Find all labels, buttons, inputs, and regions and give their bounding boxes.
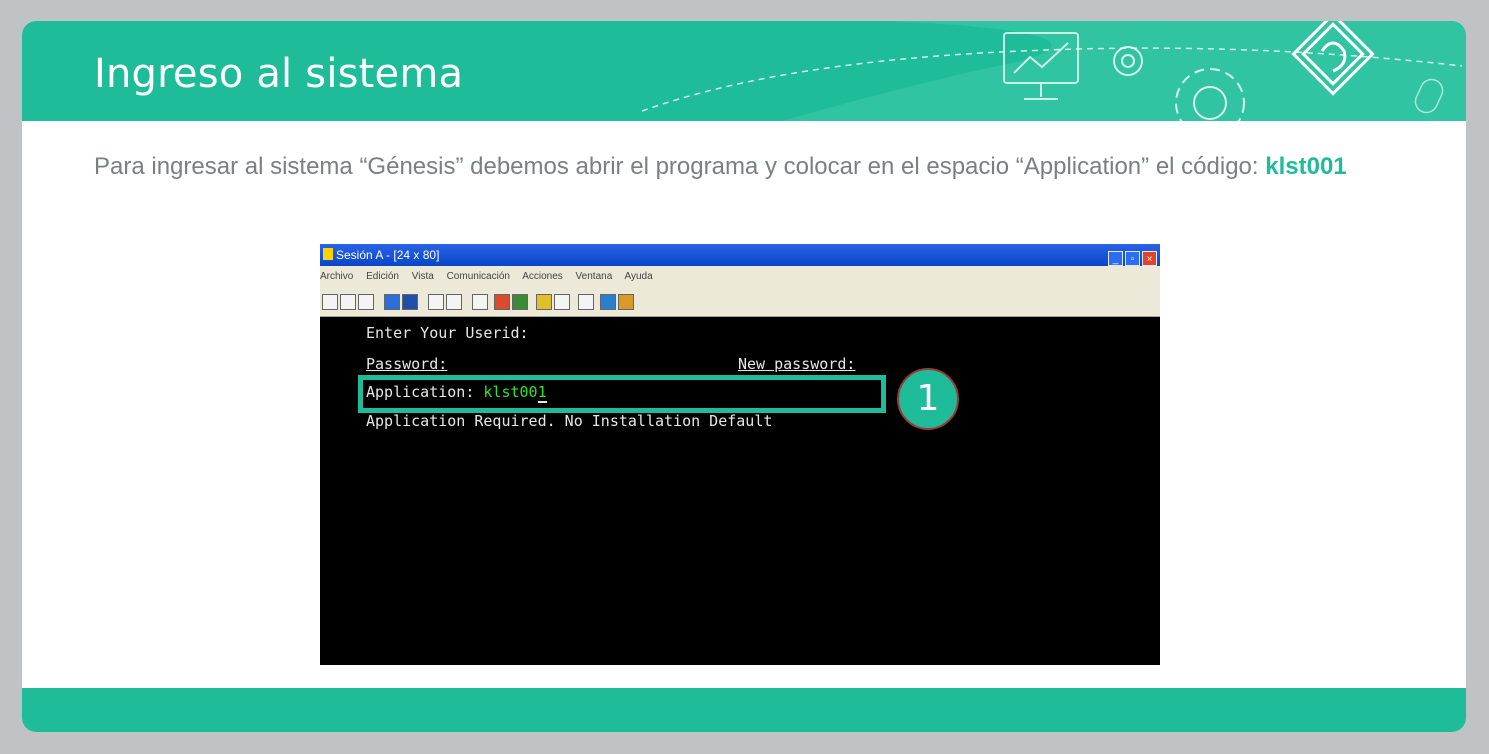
close-button[interactable]: × bbox=[1142, 251, 1157, 266]
copy-icon[interactable] bbox=[322, 294, 338, 310]
slide-header: Ingreso al sistema bbox=[22, 21, 1466, 121]
menu-item-ayuda[interactable]: Ayuda bbox=[625, 271, 653, 282]
maximize-button[interactable]: ▫ bbox=[1125, 251, 1140, 266]
application-code: klst001 bbox=[1265, 153, 1347, 180]
display-icon[interactable] bbox=[428, 294, 444, 310]
minimize-button[interactable]: _ bbox=[1108, 251, 1123, 266]
menu-item-vista[interactable]: Vista bbox=[412, 271, 434, 282]
settings-icon[interactable] bbox=[554, 294, 570, 310]
chart-icon[interactable] bbox=[472, 294, 488, 310]
slide-card: Ingreso al sistema Para ingresar al sist… bbox=[22, 21, 1466, 732]
paste-icon[interactable] bbox=[340, 294, 356, 310]
terminal-window-title: Sesión A - [24 x 80] bbox=[336, 248, 440, 262]
new-password-label: New password: bbox=[738, 355, 856, 373]
application-highlight-box bbox=[358, 375, 886, 413]
globe-icon[interactable] bbox=[600, 294, 616, 310]
app-icon bbox=[323, 248, 333, 260]
password-label: Password: bbox=[366, 355, 448, 373]
print-icon[interactable] bbox=[536, 294, 552, 310]
terminal-screen: Enter Your Userid: Password: New passwor… bbox=[320, 317, 1160, 665]
menu-item-edicion[interactable]: Edición bbox=[366, 271, 399, 282]
menu-item-acciones[interactable]: Acciones bbox=[522, 271, 563, 282]
slide-footer bbox=[22, 688, 1466, 732]
terminal-screenshot: Sesión A - [24 x 80] _ ▫ × Archivo Edición… bbox=[320, 244, 1160, 665]
instruction-text: Para ingresar al sistema “Génesis” debem… bbox=[94, 153, 1259, 180]
terminal-toolbar bbox=[320, 288, 1160, 317]
status-message: Application Required. No Installation De… bbox=[366, 412, 773, 430]
page-title: Ingreso al sistema bbox=[94, 51, 464, 97]
instruction-paragraph: Para ingresar al sistema “Génesis” debem… bbox=[94, 143, 1378, 190]
menu-item-comunicacion[interactable]: Comunicación bbox=[447, 271, 510, 282]
menu-item-ventana[interactable]: Ventana bbox=[576, 271, 613, 282]
terminal-titlebar: Sesión A - [24 x 80] _ ▫ × bbox=[320, 244, 1160, 266]
step-number-badge: 1 bbox=[897, 368, 959, 430]
macro-record-icon[interactable] bbox=[494, 294, 510, 310]
userid-label: Enter Your Userid: bbox=[366, 324, 529, 342]
terminal-menubar: Archivo Edición Vista Comunicación Accio… bbox=[320, 266, 1160, 288]
edit-icon[interactable] bbox=[618, 294, 634, 310]
send-icon[interactable] bbox=[384, 294, 400, 310]
help-icon[interactable] bbox=[578, 294, 594, 310]
keyboard-icon[interactable] bbox=[446, 294, 462, 310]
clipboard-icon[interactable] bbox=[358, 294, 374, 310]
receive-icon[interactable] bbox=[402, 294, 418, 310]
macro-play-icon[interactable] bbox=[512, 294, 528, 310]
menu-item-archivo[interactable]: Archivo bbox=[320, 271, 353, 282]
